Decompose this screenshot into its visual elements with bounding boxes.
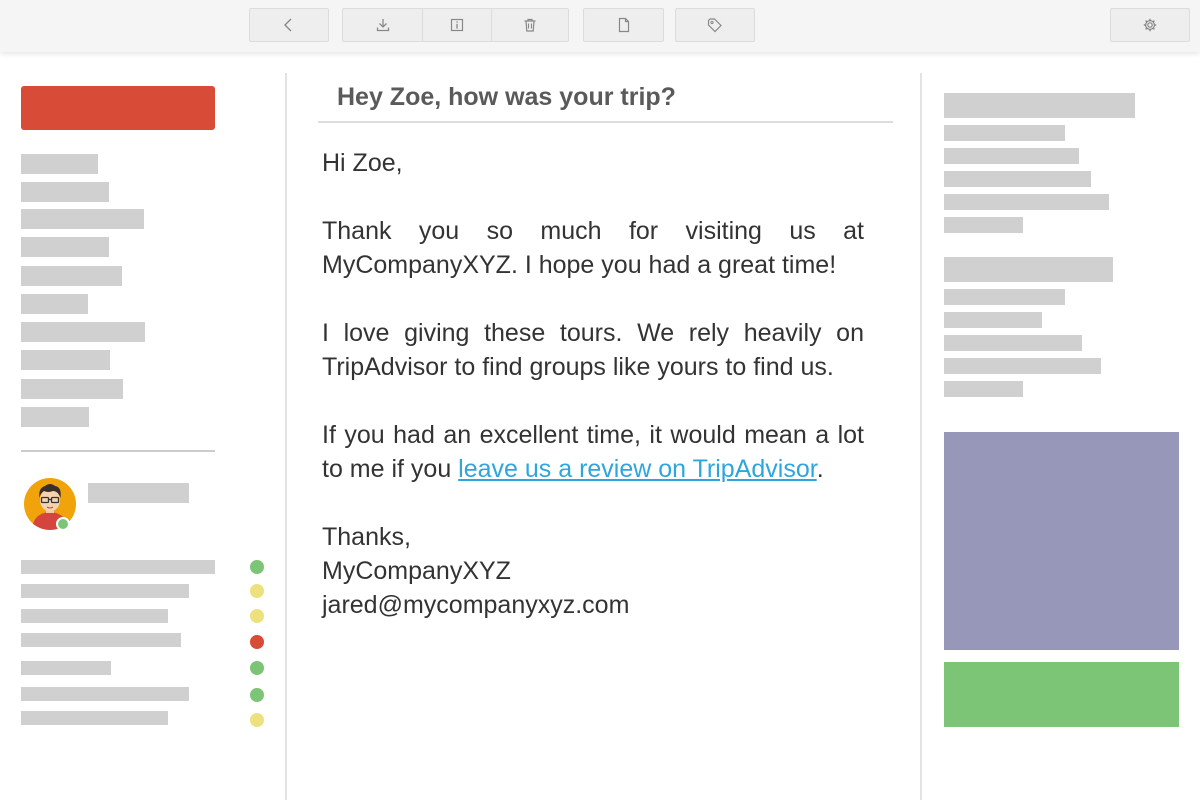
pane-divider (920, 73, 922, 800)
back-button[interactable] (249, 8, 329, 42)
contact-item[interactable] (21, 584, 189, 598)
tag-button[interactable] (675, 8, 755, 42)
info-heading-placeholder (944, 257, 1113, 282)
contact-item[interactable] (21, 687, 189, 701)
signoff: Thanks, (322, 523, 411, 551)
user-name-placeholder (88, 483, 189, 503)
toolbar (0, 0, 1200, 52)
info-line-placeholder (944, 335, 1082, 351)
info-line-placeholder (944, 194, 1109, 210)
tag-icon (707, 18, 722, 33)
sidebar-banner[interactable] (944, 662, 1179, 727)
email-signature: Thanks, MyCompanyXYZ jared@mycompanyxyz.… (322, 520, 864, 622)
contact-item[interactable] (21, 609, 168, 623)
folder-item[interactable] (21, 237, 109, 257)
review-link[interactable]: leave us a review on TripAdvisor (458, 455, 817, 483)
contact-status-online (250, 688, 264, 702)
contact-status-away (250, 584, 264, 598)
folder-item[interactable] (21, 379, 123, 399)
settings-button[interactable] (1110, 8, 1190, 42)
sidebar-divider (21, 450, 215, 452)
email-paragraph: If you had an excellent time, it would m… (322, 418, 864, 486)
folder-item[interactable] (21, 407, 89, 427)
paragraph-text: . (816, 455, 824, 483)
online-status-icon (56, 517, 70, 531)
email-body: Hi Zoe, Thank you so much for visiting u… (322, 146, 864, 622)
folder-item[interactable] (21, 209, 144, 229)
back-icon (284, 18, 292, 32)
email-subject: Hey Zoe, how was your trip? (337, 83, 676, 111)
left-sidebar (0, 52, 286, 800)
pane-divider (285, 73, 287, 800)
contact-status-online (250, 560, 264, 574)
signature-email: jared@mycompanyxyz.com (322, 591, 630, 619)
contact-item[interactable] (21, 661, 111, 675)
info-line-placeholder (944, 125, 1065, 141)
info-icon (450, 18, 464, 32)
info-line-placeholder (944, 171, 1091, 187)
compose-button[interactable] (21, 86, 215, 130)
gear-icon (1143, 18, 1157, 32)
download-icon (376, 19, 389, 32)
contact-status-away (250, 609, 264, 623)
info-line-placeholder (944, 312, 1042, 328)
delete-button[interactable] (491, 9, 568, 41)
folder-item[interactable] (21, 350, 110, 370)
contact-item[interactable] (21, 633, 181, 647)
document-icon (618, 17, 629, 33)
contact-item[interactable] (21, 560, 215, 574)
subject-divider (318, 121, 893, 123)
info-line-placeholder (944, 217, 1023, 233)
trash-icon (524, 18, 536, 32)
info-line-placeholder (944, 148, 1079, 164)
info-button[interactable] (422, 9, 491, 41)
sidebar-banner[interactable] (944, 432, 1179, 650)
contact-status-online (250, 661, 264, 675)
email-paragraph: Thank you so much for visiting us at MyC… (322, 217, 864, 279)
folder-item[interactable] (21, 322, 145, 342)
folder-item[interactable] (21, 266, 122, 286)
info-heading-placeholder (944, 93, 1135, 118)
download-button[interactable] (343, 9, 422, 41)
folder-item[interactable] (21, 154, 98, 174)
contact-status-away (250, 713, 264, 727)
contact-status-busy (250, 635, 264, 649)
message-actions-group (342, 8, 569, 42)
info-line-placeholder (944, 358, 1101, 374)
email-paragraph: I love giving these tours. We rely heavi… (322, 319, 864, 381)
email-greeting: Hi Zoe, (322, 149, 403, 177)
signature-name: MyCompanyXYZ (322, 557, 511, 585)
folder-item[interactable] (21, 182, 109, 202)
info-line-placeholder (944, 381, 1023, 397)
info-line-placeholder (944, 289, 1065, 305)
contact-item[interactable] (21, 711, 168, 725)
folder-item[interactable] (21, 294, 88, 314)
document-button[interactable] (583, 8, 664, 42)
